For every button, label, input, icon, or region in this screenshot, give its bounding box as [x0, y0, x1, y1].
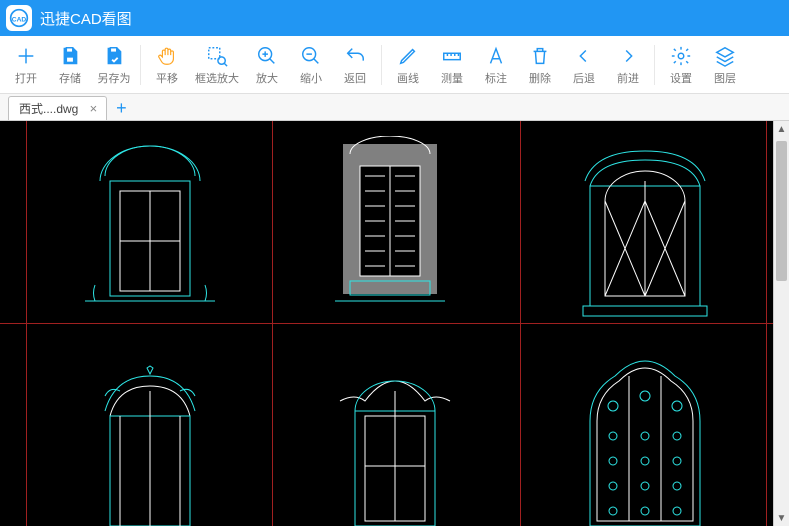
zoom-out-icon [299, 44, 323, 68]
grid-line [0, 323, 789, 324]
annotate-button[interactable]: 标注 [474, 39, 518, 91]
saveas-button[interactable]: 另存为 [92, 39, 136, 91]
saveas-icon [102, 44, 126, 68]
zoom-out-button[interactable]: 缩小 [289, 39, 333, 91]
text-icon [484, 44, 508, 68]
toolbar-separator [140, 45, 141, 85]
cad-window-drawing [330, 356, 460, 526]
cad-window-drawing [80, 356, 220, 526]
draw-line-button[interactable]: 画线 [386, 39, 430, 91]
delete-button[interactable]: 删除 [518, 39, 562, 91]
toolbar-separator [654, 45, 655, 85]
arrow-right-icon [616, 44, 640, 68]
return-button[interactable]: 返回 [333, 39, 377, 91]
ruler-icon [440, 44, 464, 68]
vertical-scrollbar[interactable]: ▲ ▼ [773, 121, 789, 526]
arrow-left-icon [572, 44, 596, 68]
open-button[interactable]: 打开 [4, 39, 48, 91]
close-tab-icon[interactable]: × [86, 102, 100, 116]
zoom-box-icon [205, 44, 229, 68]
cad-window-drawing [80, 131, 220, 316]
document-tab[interactable]: 西式....dwg × [8, 96, 107, 120]
scroll-up-icon[interactable]: ▲ [774, 121, 789, 137]
scroll-down-icon[interactable]: ▼ [774, 510, 789, 526]
hand-icon [155, 44, 179, 68]
zoom-in-icon [255, 44, 279, 68]
forward-button[interactable]: 前进 [606, 39, 650, 91]
zoom-in-button[interactable]: 放大 [245, 39, 289, 91]
pan-button[interactable]: 平移 [145, 39, 189, 91]
save-icon [58, 44, 82, 68]
back-button[interactable]: 后退 [562, 39, 606, 91]
svg-text:CAD: CAD [12, 16, 27, 23]
cad-window-drawing [335, 136, 445, 316]
trash-icon [528, 44, 552, 68]
pencil-icon [396, 44, 420, 68]
save-button[interactable]: 存储 [48, 39, 92, 91]
tab-label: 西式....dwg [19, 100, 78, 117]
toolbar-separator [381, 45, 382, 85]
cad-window-drawing [565, 346, 725, 526]
add-tab-button[interactable]: + [109, 96, 133, 120]
toolbar: 打开 存储 另存为 平移 框选放大 放大 缩小 返回 画线 测量 标注 [0, 36, 789, 94]
app-title: 迅捷CAD看图 [40, 8, 132, 29]
app-logo: CAD [6, 5, 32, 31]
layers-button[interactable]: 图层 [703, 39, 747, 91]
scrollbar-thumb[interactable] [776, 141, 787, 281]
measure-button[interactable]: 测量 [430, 39, 474, 91]
return-icon [343, 44, 367, 68]
gear-icon [669, 44, 693, 68]
zoom-box-button[interactable]: 框选放大 [189, 39, 245, 91]
cad-window-drawing [565, 131, 725, 321]
tabbar: 西式....dwg × + [0, 94, 789, 121]
cad-canvas[interactable] [0, 121, 789, 526]
settings-button[interactable]: 设置 [659, 39, 703, 91]
layers-icon [713, 44, 737, 68]
plus-icon [14, 44, 38, 68]
titlebar: CAD 迅捷CAD看图 [0, 0, 789, 36]
